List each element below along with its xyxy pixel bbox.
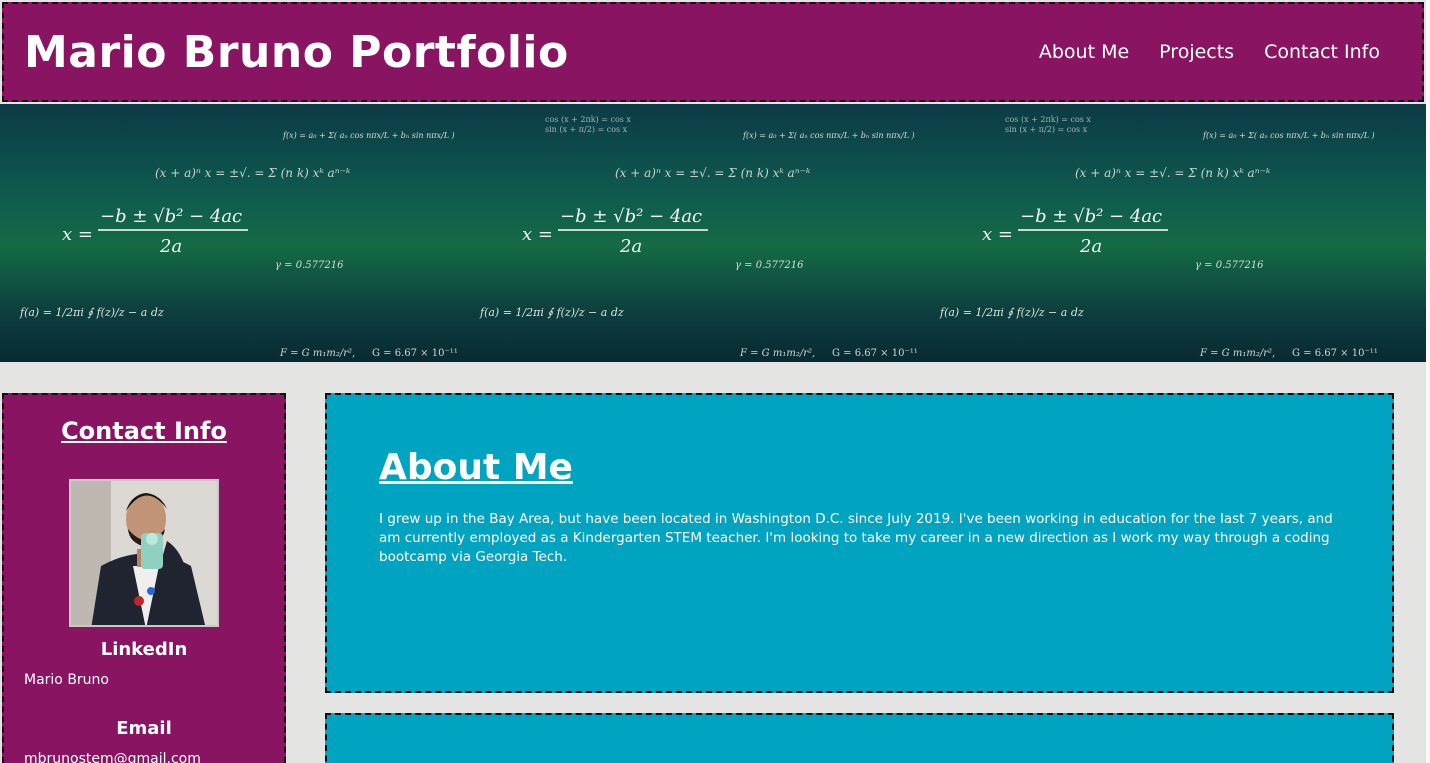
email-value[interactable]: mbrunostem@gmail.com [4, 751, 284, 763]
formula-fourier: f(x) = a₀ + Σ( aₙ cos nπx/L + bₙ sin nπx… [282, 131, 455, 140]
nav-link-projects[interactable]: Projects [1159, 41, 1234, 63]
formula-quadratic-x: x = [522, 224, 553, 245]
formula-euler-constant: γ = 0.577216 [1195, 260, 1264, 271]
formula-binomial: (x + a)ⁿ x = ±√. = Σ (n k) xᵏ aⁿ⁻ᵏ [615, 166, 811, 180]
formula-sin: sin (x + π/2) = cos x [1005, 125, 1088, 134]
about-text: I grew up in the Bay Area, but have been… [379, 511, 1333, 565]
projects-section [325, 713, 1394, 763]
main-nav: About Me Projects Contact Info [1039, 41, 1380, 63]
formula-euler-constant: γ = 0.577216 [275, 260, 344, 271]
formula-cauchy: f(a) = 1/2πi ∮ f(z)/z − a dz [19, 306, 164, 319]
formula-gravity: F = G m₁m₂/r², [1199, 348, 1275, 359]
site-header: Mario Bruno Portfolio About Me Projects … [2, 2, 1424, 102]
formula-quadratic-numerator: −b ± √b² − 4ac [100, 206, 242, 227]
formula-quadratic-denominator: 2a [619, 236, 642, 257]
hero-banner: cos (x + 2πk) = cos x sin (x + π/2) = cos… [0, 104, 1426, 362]
formula-gravitational-constant: G = 6.67 × 10⁻¹¹ [1292, 348, 1378, 359]
about-title: About Me [379, 447, 573, 488]
formula-cauchy: f(a) = 1/2πi ∮ f(z)/z − a dz [939, 306, 1084, 319]
person-silhouette [71, 481, 217, 625]
formula-quadratic-denominator: 2a [159, 236, 182, 257]
nav-link-contact-info[interactable]: Contact Info [1264, 41, 1380, 63]
formula-cauchy: f(a) = 1/2πi ∮ f(z)/z − a dz [479, 306, 624, 319]
formula-binomial: (x + a)ⁿ x = ±√. = Σ (n k) xᵏ aⁿ⁻ᵏ [155, 166, 351, 180]
formula-quadratic-numerator: −b ± √b² − 4ac [1020, 206, 1162, 227]
formula-quadratic-numerator: −b ± √b² − 4ac [560, 206, 702, 227]
contact-heading: Contact Info [61, 417, 227, 445]
formula-gravity: F = G m₁m₂/r², [739, 348, 815, 359]
contact-sidebar: Contact Info LinkedIn Mario Bruno Email … [2, 393, 286, 763]
formula-gravity: F = G m₁m₂/r², [279, 348, 355, 359]
scrollbar[interactable] [1426, 0, 1430, 763]
formula-fourier: f(x) = a₀ + Σ( aₙ cos nπx/L + bₙ sin nπx… [1202, 131, 1375, 140]
profile-photo [69, 479, 219, 627]
formula-quadratic-denominator: 2a [1079, 236, 1102, 257]
nav-link-about-me[interactable]: About Me [1039, 41, 1129, 63]
formula-euler-constant: γ = 0.577216 [735, 260, 804, 271]
math-formula-pattern: cos (x + 2πk) = cos xsin (x + π/2) = cos… [19, 115, 1378, 359]
email-label: Email [116, 718, 172, 739]
linkedin-label: LinkedIn [100, 639, 188, 660]
formula-fourier: f(x) = a₀ + Σ( aₙ cos nπx/L + bₙ sin nπx… [742, 131, 915, 140]
formula-cos: cos (x + 2πk) = cos x [1005, 115, 1091, 124]
about-section: About Me I grew up in the Bay Area, but … [325, 393, 1394, 693]
formula-binomial: (x + a)ⁿ x = ±√. = Σ (n k) xᵏ aⁿ⁻ᵏ [1075, 166, 1271, 180]
formula-sin: sin (x + π/2) = cos x [545, 125, 628, 134]
formula-cos: cos (x + 2πk) = cos x [545, 115, 631, 124]
formula-gravitational-constant: G = 6.67 × 10⁻¹¹ [372, 348, 458, 359]
formula-quadratic-x: x = [982, 224, 1013, 245]
formula-gravitational-constant: G = 6.67 × 10⁻¹¹ [832, 348, 918, 359]
linkedin-value[interactable]: Mario Bruno [4, 672, 284, 688]
site-title: Mario Bruno Portfolio [24, 26, 569, 78]
formula-quadratic-x: x = [62, 224, 93, 245]
